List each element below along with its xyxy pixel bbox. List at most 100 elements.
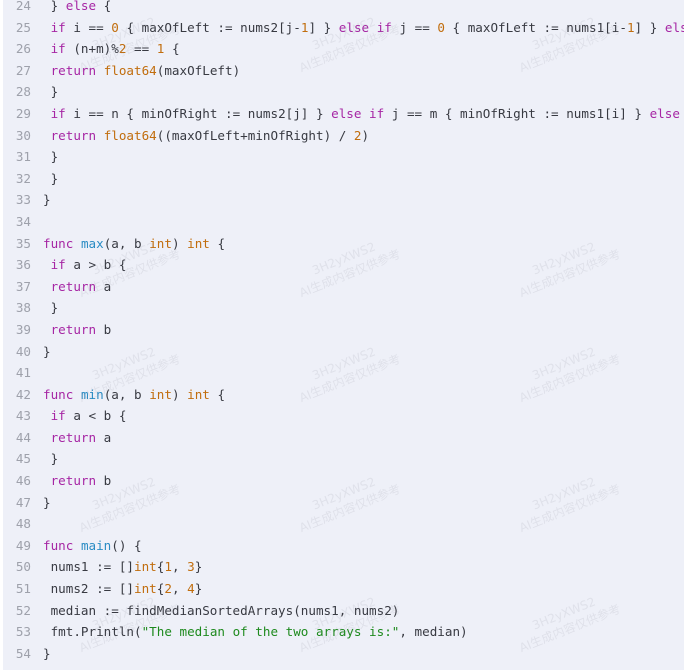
code-text: == xyxy=(126,41,157,57)
code-line: 27 return float64(maxOfLeft) xyxy=(3,60,684,82)
keyword: if xyxy=(50,105,66,121)
code-line: 53 fmt.Println("The median of the two ar… xyxy=(3,621,684,643)
code-line: 51 nums2 := []int{2, 4} xyxy=(3,578,684,600)
line-number: 34 xyxy=(15,213,31,229)
code-line: 32 } xyxy=(3,168,684,190)
line-number: 46 xyxy=(15,473,31,489)
code-line: 26 if (n+m)%2 == 1 { xyxy=(3,38,684,60)
keyword: return xyxy=(50,278,97,294)
code-line: 42 func min(a, b int) int { xyxy=(3,384,684,406)
line-number: 38 xyxy=(15,300,31,316)
code-text: a xyxy=(96,429,112,445)
keyword: else xyxy=(65,0,97,13)
code-line: 37 return a xyxy=(3,276,684,298)
line-number: 44 xyxy=(15,429,31,445)
line-number: 45 xyxy=(15,451,31,467)
keyword: els xyxy=(664,19,684,35)
code-text: } xyxy=(43,192,51,208)
string-literal: "The median of the two arrays is:" xyxy=(141,624,400,640)
code-line: 48 xyxy=(3,513,684,535)
type-name: float64 xyxy=(103,62,157,78)
code-text: } xyxy=(43,300,59,316)
keyword: return xyxy=(50,127,97,143)
code-text: , xyxy=(171,559,188,575)
code-text: , xyxy=(171,581,188,597)
keyword: return xyxy=(50,321,97,337)
code-text: i == xyxy=(65,19,112,35)
code-line: 33} xyxy=(3,189,684,211)
number-literal: 2 xyxy=(353,127,362,143)
code-text: } xyxy=(43,451,59,467)
line-number: 27 xyxy=(15,62,31,78)
line-number: 47 xyxy=(15,494,31,510)
line-number: 49 xyxy=(15,537,31,553)
code-line: 30 return float64((maxOfLeft+minOfRight)… xyxy=(3,125,684,147)
code-text: } xyxy=(43,0,66,13)
code-line: 54} xyxy=(3,643,684,665)
code-text: { maxOfLeft := nums2[j- xyxy=(118,19,301,35)
keyword: else xyxy=(649,105,680,121)
code-text: median := findMedianSortedArrays(nums1, … xyxy=(43,602,400,618)
line-number: 33 xyxy=(15,192,31,208)
line-number: 28 xyxy=(15,84,31,100)
code-text: () { xyxy=(111,537,142,553)
line-number: 41 xyxy=(15,365,31,381)
code-line: 28 } xyxy=(3,81,684,103)
keyword: func xyxy=(43,386,74,402)
keyword: if xyxy=(50,19,66,35)
code-text: ((maxOfLeft+minOfRight) / xyxy=(156,127,354,143)
code-line: 44 return a xyxy=(3,427,684,449)
line-number: 54 xyxy=(15,645,31,661)
line-number: 42 xyxy=(15,386,31,402)
line-number: 37 xyxy=(15,278,31,294)
code-line: 31 } xyxy=(3,146,684,168)
line-number: 53 xyxy=(15,624,31,640)
code-text: (a, b xyxy=(103,386,150,402)
code-text: { xyxy=(209,235,226,251)
code-text: } xyxy=(43,494,51,510)
line-number: 51 xyxy=(15,581,31,597)
code-text: ) xyxy=(171,235,188,251)
code-text: } xyxy=(43,645,51,661)
type-name: int xyxy=(149,235,172,251)
line-number: 35 xyxy=(15,235,31,251)
code-text: } xyxy=(43,343,51,359)
number-literal: 2 xyxy=(164,581,172,597)
code-line: 41 xyxy=(3,362,684,384)
line-number: 50 xyxy=(15,559,31,575)
keyword: return xyxy=(50,62,97,78)
code-text: j == xyxy=(391,19,438,35)
function-name: main xyxy=(80,537,112,553)
code-text: { maxOfLeft := nums1[i- xyxy=(444,19,627,35)
line-number: 40 xyxy=(15,343,31,359)
code-line: 34 xyxy=(3,211,684,233)
number-literal: 0 xyxy=(111,19,119,35)
keyword: func xyxy=(43,537,74,553)
function-name: min xyxy=(80,386,104,402)
code-line: 25 if i == 0 { maxOfLeft := nums2[j-1] }… xyxy=(3,17,684,39)
line-number: 39 xyxy=(15,321,31,337)
code-line: 36 if a > b { xyxy=(3,254,684,276)
code-line: 45 } xyxy=(3,448,684,470)
code-text: a xyxy=(96,278,112,294)
code-block: 24 } else {25 if i == 0 { maxOfLeft := n… xyxy=(3,0,684,670)
type-name: int xyxy=(134,559,157,575)
code-text: nums2 := [] xyxy=(43,581,134,597)
code-text: b xyxy=(96,321,112,337)
code-text: ] } xyxy=(634,19,665,35)
line-number: 43 xyxy=(15,408,31,424)
keyword: else if xyxy=(331,105,385,121)
keyword: func xyxy=(43,235,74,251)
code-text: i == n { minOfRight := nums2[j] } xyxy=(65,105,332,121)
